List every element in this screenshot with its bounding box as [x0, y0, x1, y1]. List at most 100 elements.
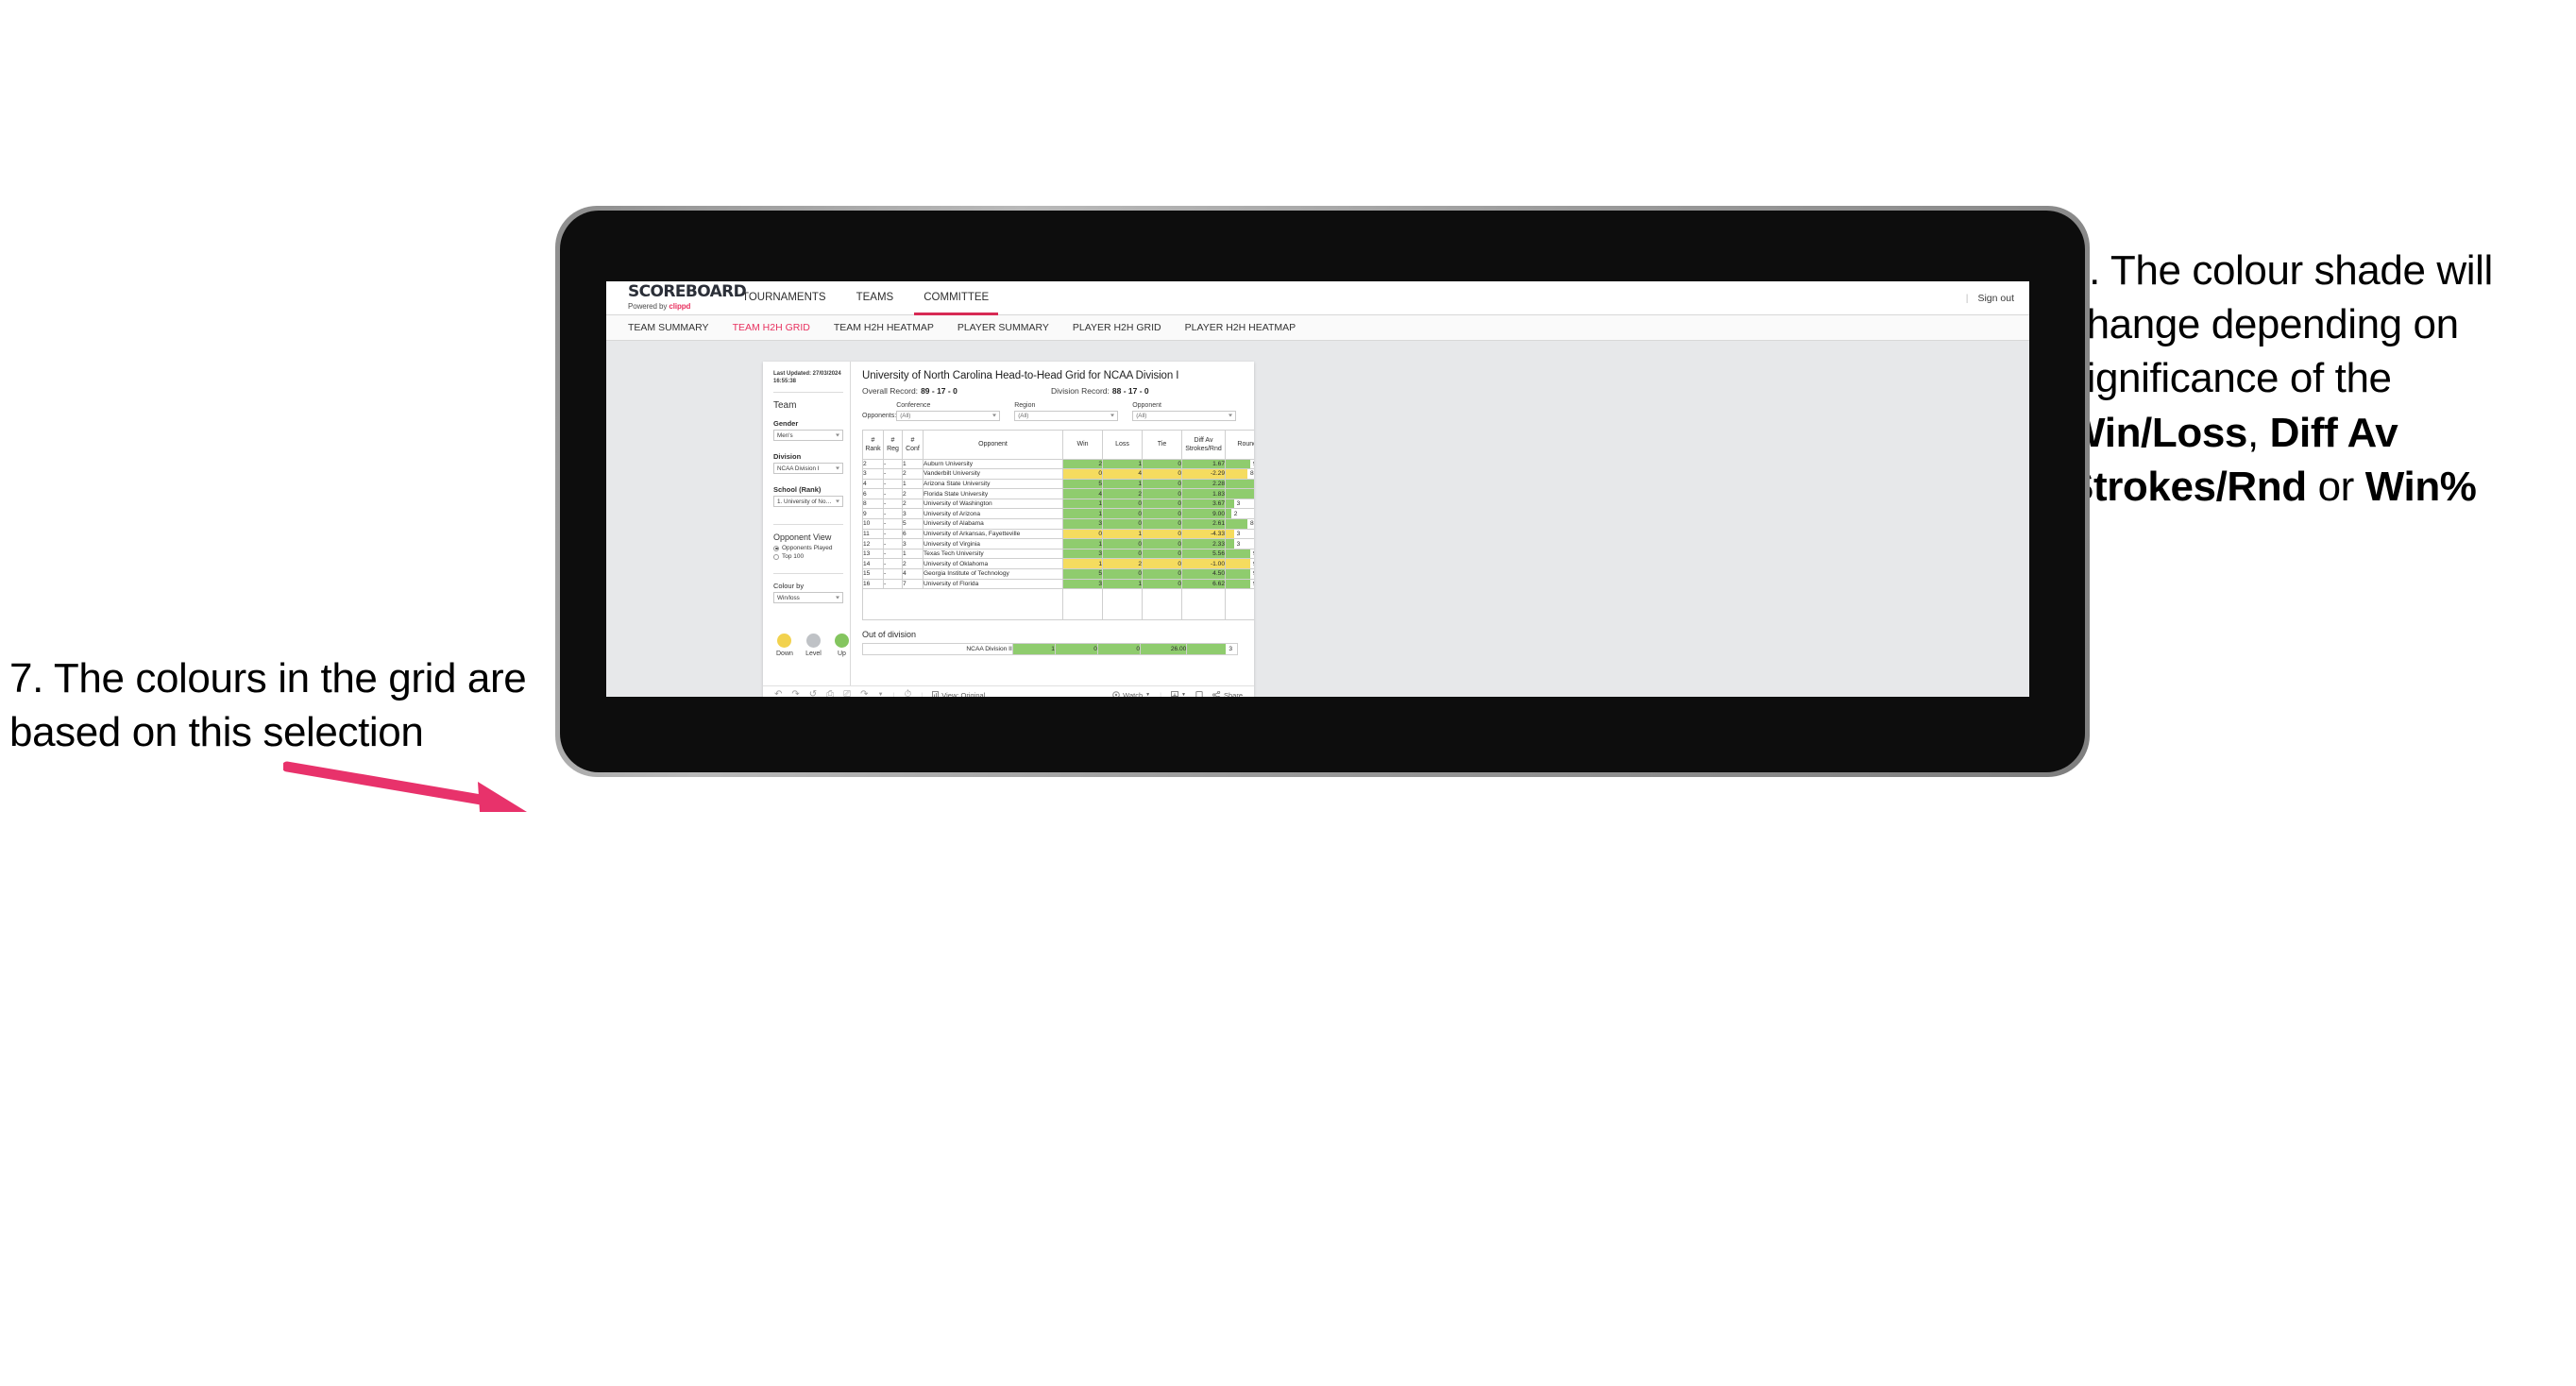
table-row[interactable]: 2-1Auburn University2101.679 [862, 458, 1254, 470]
subnav-player-h2h-grid[interactable]: PLAYER H2H GRID [1073, 322, 1161, 333]
cell-rank: 9 [862, 508, 884, 520]
table-row[interactable]: 15-4 Georgia Institute of Technology 5 0 0 4.… [862, 568, 1254, 580]
col-opponent[interactable]: Opponent [923, 429, 1063, 460]
col-conf[interactable]: # Conf [902, 429, 924, 460]
cell-diff: -2.29 [1181, 468, 1226, 480]
table-row[interactable]: 3-2 Vanderbilt University 0 4 0 -2.29 8 [862, 468, 1254, 480]
filter-region-select[interactable]: (All) [1014, 410, 1119, 421]
logo-brand: clippd [669, 302, 691, 311]
subnav-team-h2h-heatmap[interactable]: TEAM H2H HEATMAP [834, 322, 934, 333]
nav-committee[interactable]: COMMITTEE [908, 281, 1004, 315]
table-row[interactable]: 12-3 University of Virginia 1 0 0 2.33 3 [862, 538, 1254, 549]
table-row[interactable]: 11-6 University of Arkansas, Fayetteville… [862, 528, 1254, 540]
radio-top-100[interactable]: Top 100 [773, 553, 850, 560]
redo-arrow-icon[interactable]: ↷ [860, 690, 868, 698]
cell-conf: 2 [902, 468, 924, 480]
col-loss[interactable]: Loss [1102, 429, 1143, 460]
cell-reg: - [883, 538, 903, 549]
col-win[interactable]: Win [1062, 429, 1103, 460]
subnav-team-h2h-grid[interactable]: TEAM H2H GRID [733, 322, 810, 333]
cell-rounds: 9 [1225, 548, 1254, 560]
col-rounds[interactable]: Rounds [1225, 429, 1254, 460]
view-icon [932, 691, 940, 697]
gender-select[interactable]: Men's [773, 430, 843, 441]
division-record-label: Division Record: [1051, 386, 1110, 396]
chevron-down-icon [836, 433, 839, 437]
table-row[interactable]: 14-2University of Oklahoma120-1.009 [862, 558, 1254, 570]
chevron-down-icon: ▼ [1145, 692, 1151, 697]
radio-opponents-played[interactable]: Opponents Played [773, 545, 850, 551]
subnav-player-summary[interactable]: PLAYER SUMMARY [958, 322, 1049, 333]
revert-icon[interactable]: ↺ [809, 690, 817, 698]
subnav-player-h2h-heatmap[interactable]: PLAYER H2H HEATMAP [1185, 322, 1296, 333]
radio-opponents-played-label: Opponents Played [782, 545, 833, 551]
app-logo[interactable]: SCOREBOARD Powered by clippd [606, 284, 747, 312]
colour-by-value: Win/loss [777, 594, 800, 601]
refresh-data-icon[interactable]: ⎙ [826, 690, 834, 698]
cell-rounds: 2 [1225, 508, 1254, 520]
table-row[interactable]: 4-1Arizona State University5102.2817 [862, 478, 1254, 490]
overall-record-value: 89 - 17 - 0 [921, 386, 958, 396]
chevron-down-icon [1110, 414, 1115, 417]
cell-diff: 4.50 [1181, 568, 1226, 580]
download-button[interactable]: ▼ [1171, 691, 1186, 697]
annotation-right-bold1: Win/Loss [2066, 409, 2247, 456]
out-of-division-title: Out of division [862, 630, 917, 640]
chevron-down-icon[interactable]: ▼ [878, 690, 884, 697]
pause-updates-icon[interactable]: ⎚ [843, 690, 851, 698]
out-of-division-row[interactable]: NCAA Division II 1 0 0 26.00 3 [862, 643, 1238, 656]
nav-teams[interactable]: TEAMS [841, 281, 909, 315]
redo-icon[interactable]: ↷ [791, 690, 799, 698]
rounds-value: 8 [1250, 470, 1254, 478]
table-row[interactable]: 9-3 University of Arizona 1 0 0 9.00 2 [862, 508, 1254, 520]
division-select[interactable]: NCAA Division I [773, 463, 843, 474]
cell-loss: 0 [1102, 538, 1143, 549]
cell-reg: - [883, 578, 903, 590]
cell-rank: 16 [862, 578, 884, 590]
undo-icon[interactable]: ↶ [774, 690, 782, 698]
toolbar-divider-1: | [892, 690, 895, 698]
col-diff[interactable]: Diff Av Strokes/Rnd [1181, 429, 1226, 460]
view-original-button[interactable]: View: Original [932, 691, 985, 697]
table-row[interactable]: 10-5 University of Alabama 3 0 0 2.61 8 [862, 518, 1254, 530]
colour-by-select[interactable]: Win/loss [773, 592, 843, 603]
filter-conference-select[interactable]: (All) [896, 410, 1001, 421]
share-label: Share [1223, 690, 1243, 698]
cell-diff: 1.67 [1181, 458, 1226, 470]
col-reg-line2: Reg [887, 445, 899, 452]
clock-icon[interactable]: ⏱ [904, 690, 911, 698]
legend-dot-up [834, 634, 849, 648]
rounds-bar [1226, 549, 1250, 559]
toolbar-right-group: Watch ▼ | ▼ Share [1112, 690, 1243, 698]
annotation-right-part2: , [2246, 409, 2270, 456]
table-row[interactable]: 16-7University of Florida3106.62 9 [862, 578, 1254, 590]
watch-button[interactable]: Watch ▼ [1112, 691, 1151, 697]
col-tie[interactable]: Tie [1142, 429, 1182, 460]
subnav-team-summary[interactable]: TEAM SUMMARY [628, 322, 709, 333]
school-select[interactable]: 1. University of Nort... [773, 496, 843, 507]
rounds-bar [1226, 459, 1250, 469]
cell-win: 5 [1062, 478, 1103, 490]
fullscreen-button[interactable] [1195, 691, 1203, 697]
cell-win: 2 [1062, 458, 1103, 470]
nav-tournaments[interactable]: TOURNAMENTS [727, 281, 841, 315]
cell-win: 1 [1062, 558, 1103, 570]
rounds-bar [1226, 489, 1254, 499]
cell-conf: 1 [902, 478, 924, 490]
cell-diff: 1.83 [1181, 488, 1226, 499]
col-diff-line2: Strokes/Rnd [1185, 445, 1222, 452]
table-row[interactable]: 6-2Florida State University4201.8312 [862, 488, 1254, 499]
cell-rounds: 9 [1225, 558, 1254, 570]
gender-label: Gender [773, 419, 799, 428]
share-button[interactable]: Share [1212, 690, 1243, 698]
cell-opponent: University of Washington [923, 498, 1063, 510]
table-row[interactable]: 8-2 University of Washington 1 0 0 3.67 3 [862, 498, 1254, 510]
filter-sidebar: Last Updated: 27/03/2024 16:55:38 Team G… [763, 362, 851, 685]
table-row[interactable]: 13-1Texas Tech University3005.569 [862, 548, 1254, 560]
col-rank[interactable]: # Rank [862, 429, 884, 460]
cell-win: 4 [1062, 488, 1103, 499]
toolbar-divider-2: | [921, 690, 924, 698]
filter-opponent-select[interactable]: (All) [1132, 410, 1237, 421]
sign-out-link[interactable]: Sign out [1977, 293, 2014, 304]
col-reg[interactable]: # Reg [883, 429, 903, 460]
